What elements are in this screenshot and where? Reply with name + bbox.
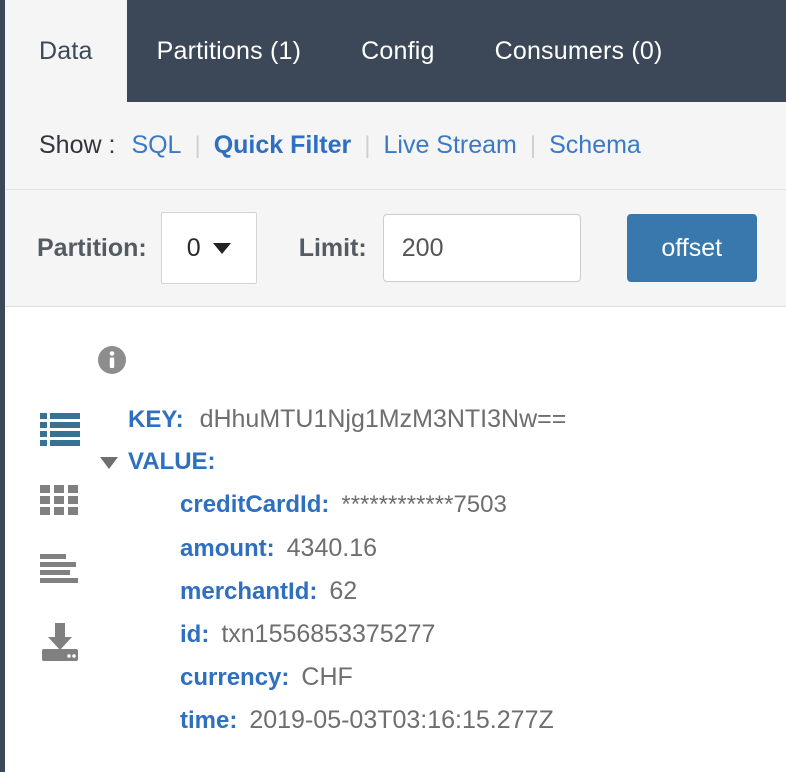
partition-selected-value: 0 [186, 233, 201, 262]
show-link-live-stream[interactable]: Live Stream [383, 131, 516, 160]
tab-config-label: Config [361, 36, 435, 65]
show-separator: | [364, 131, 371, 159]
view-mode-icon-column [30, 412, 90, 666]
triangle-down-icon [100, 457, 118, 469]
tab-consumers-label: Consumers (0) [494, 36, 663, 65]
field-row: id: txn1556853375277 [100, 620, 760, 663]
limit-input-value: 200 [401, 233, 444, 262]
value-expand-toggle[interactable] [100, 457, 128, 469]
list-view-icon[interactable] [40, 412, 80, 451]
field-row: currency: CHF [100, 663, 760, 706]
field-value-time: 2019-05-03T03:16:15.277Z [249, 706, 554, 734]
show-separator: | [529, 131, 537, 159]
field-key-merchantid: merchantId: [180, 578, 318, 605]
record-value-row: VALUE: [100, 448, 760, 491]
left-edge-rail [0, 0, 5, 772]
record-panel: KEY: dHhuMTU1Njg1MzM3NTI3Nw== VALUE: cre… [100, 405, 760, 749]
tab-data-label: Data [39, 36, 93, 65]
data-content-area: KEY: dHhuMTU1Njg1MzM3NTI3Nw== VALUE: cre… [5, 307, 786, 772]
record-key-row: KEY: dHhuMTU1Njg1MzM3NTI3Nw== [100, 405, 760, 448]
field-key-id: id: [180, 621, 210, 648]
tab-consumers[interactable]: Consumers (0) [465, 0, 693, 102]
tab-partitions[interactable]: Partitions (1) [127, 0, 332, 102]
show-toolbar: Show : SQL | Quick Filter | Live Stream … [5, 102, 786, 190]
key-label: KEY: [128, 406, 184, 433]
field-value-amount: 4340.16 [286, 534, 378, 562]
show-separator: | [194, 131, 201, 159]
chevron-down-icon [212, 242, 231, 254]
download-icon[interactable] [40, 623, 80, 666]
tab-partitions-label: Partitions (1) [156, 36, 302, 65]
partition-select[interactable]: 0 [160, 212, 257, 284]
field-key-currency: currency: [180, 664, 290, 691]
key-value: dHhuMTU1Njg1MzM3NTI3Nw== [199, 405, 567, 433]
limit-input[interactable]: 200 [382, 214, 581, 282]
field-row: creditCardId: ************7503 [100, 491, 760, 534]
field-row: time: 2019-05-03T03:16:15.277Z [100, 706, 760, 749]
app-root: Data Partitions (1) Config Consumers (0)… [0, 0, 786, 772]
field-key-creditcardid: creditCardId: [180, 491, 330, 518]
field-row: merchantId: 62 [100, 577, 760, 620]
tab-config[interactable]: Config [331, 0, 464, 102]
field-key-amount: amount: [180, 535, 275, 562]
info-icon[interactable] [97, 345, 127, 380]
field-value-currency: CHF [301, 663, 353, 691]
offset-button[interactable]: offset [626, 214, 757, 282]
limit-label: Limit: [298, 233, 367, 262]
field-value-id: txn1556853375277 [221, 620, 436, 648]
field-key-time: time: [180, 707, 238, 734]
field-row: amount: 4340.16 [100, 534, 760, 577]
tab-bar: Data Partitions (1) Config Consumers (0) [0, 0, 786, 102]
tab-data[interactable]: Data [5, 0, 127, 102]
show-link-sql[interactable]: SQL [131, 131, 181, 160]
value-label: VALUE: [128, 448, 216, 475]
field-value-merchantid: 62 [329, 577, 358, 605]
partition-label: Partition: [37, 233, 147, 262]
filter-toolbar: Partition: 0 Limit: 200 offset [5, 190, 786, 307]
field-value-creditcardid: ************7503 [341, 491, 507, 518]
show-link-quick-filter[interactable]: Quick Filter [214, 131, 352, 160]
show-label: Show : [39, 131, 116, 159]
grid-view-icon[interactable] [40, 485, 80, 520]
show-link-schema[interactable]: Schema [549, 131, 641, 160]
text-view-icon[interactable] [40, 554, 80, 589]
